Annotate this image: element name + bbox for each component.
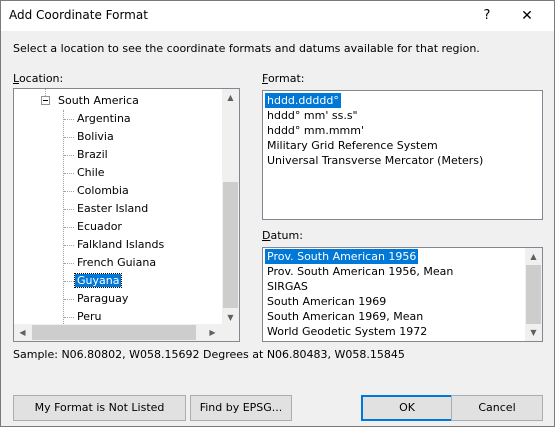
tree-connector xyxy=(63,110,64,336)
tree-connector xyxy=(64,191,74,192)
tree-node-label: Argentina xyxy=(77,112,131,125)
location-tree[interactable]: South America Argentina Bolivia Brazil Chil… xyxy=(13,88,240,342)
scroll-left-icon[interactable]: ◀ xyxy=(14,324,31,341)
scrollbar-thumb[interactable] xyxy=(223,182,238,308)
scroll-up-icon[interactable]: ▲ xyxy=(222,89,239,106)
tree-node[interactable]: Argentina xyxy=(75,110,133,128)
sample-text: Sample: N06.80802, W058.15692 Degrees at… xyxy=(13,348,405,361)
tree-node-label: Chile xyxy=(77,166,105,179)
tree-connector xyxy=(64,209,74,210)
location-horizontal-scrollbar[interactable]: ◀ ▶ xyxy=(14,324,222,341)
tree-connector xyxy=(64,155,74,156)
scroll-right-icon[interactable]: ▶ xyxy=(204,324,221,341)
close-icon[interactable]: ✕ xyxy=(507,1,547,31)
tree-node[interactable]: Falkland Islands xyxy=(75,236,166,254)
my-format-not-listed-button[interactable]: My Format is Not Listed xyxy=(13,395,186,421)
tree-node-label: Paraguay xyxy=(77,292,129,305)
tree-connector xyxy=(64,245,74,246)
datum-list-item[interactable]: South American 1969, Mean xyxy=(265,309,425,324)
format-list-item[interactable]: hddd.ddddd° xyxy=(265,93,341,108)
tree-node[interactable]: Brazil xyxy=(75,146,110,164)
tree-node[interactable]: Easter Island xyxy=(75,200,150,218)
tree-node[interactable]: Bolivia xyxy=(75,128,116,146)
tree-connector xyxy=(64,119,74,120)
tree-connector xyxy=(64,281,74,282)
datum-list-item[interactable]: Prov. South American 1956 xyxy=(265,249,419,264)
datum-vertical-scrollbar[interactable]: ▲ ▼ xyxy=(525,248,542,341)
tree-node-label: South America xyxy=(58,94,139,107)
collapse-icon[interactable] xyxy=(41,96,50,105)
tree-node-label: Bolivia xyxy=(77,130,114,143)
format-list-item[interactable]: Military Grid Reference System xyxy=(265,138,440,153)
scroll-down-icon[interactable]: ▼ xyxy=(525,324,542,341)
tree-node-label: Guyana xyxy=(73,273,123,288)
format-list[interactable]: hddd.ddddd° hddd° mm' ss.s" hddd° mm.mmm' M… xyxy=(262,90,543,220)
format-list-item[interactable]: hddd° mm' ss.s" xyxy=(265,108,360,123)
tree-node-label: Ecuador xyxy=(77,220,122,233)
add-coordinate-format-dialog: Add Coordinate Format ? ✕ Select a locat… xyxy=(0,0,555,427)
tree-node[interactable]: Colombia xyxy=(75,182,131,200)
tree-node-label: Colombia xyxy=(77,184,129,197)
tree-node[interactable]: Paraguay xyxy=(75,290,130,308)
tree-connector xyxy=(64,317,74,318)
scroll-up-icon[interactable]: ▲ xyxy=(525,248,542,265)
datum-list-item[interactable]: Prov. South American 1956, Mean xyxy=(265,264,455,279)
tree-node-label: Peru xyxy=(77,310,102,323)
datum-list-item[interactable]: SIRGAS xyxy=(265,279,310,294)
tree-node-label: Falkland Islands xyxy=(77,238,165,251)
location-label: Location: xyxy=(13,72,63,85)
tree-connector xyxy=(64,263,74,264)
tree-node[interactable]: Chile xyxy=(75,164,107,182)
scrollbar-thumb[interactable] xyxy=(32,325,196,340)
find-by-epsg-button[interactable]: Find by EPSG... xyxy=(190,395,292,421)
datum-list-item[interactable]: World Geodetic System 1972 xyxy=(265,324,429,339)
tree-node-south-america[interactable]: South America xyxy=(56,92,141,110)
datum-list[interactable]: Prov. South American 1956 Prov. South Ame… xyxy=(262,247,543,342)
scrollbar-thumb[interactable] xyxy=(526,265,541,324)
datum-label: Datum: xyxy=(262,229,303,242)
ok-button[interactable]: OK xyxy=(361,395,453,421)
tree-node[interactable]: French Guiana xyxy=(75,254,158,272)
title-bar: Add Coordinate Format ? ✕ xyxy=(1,1,554,31)
tree-node-label: French Guiana xyxy=(77,256,157,269)
help-icon[interactable]: ? xyxy=(467,1,507,31)
datum-label-rest: atum: xyxy=(270,229,303,242)
window-title: Add Coordinate Format xyxy=(9,8,148,22)
location-vertical-scrollbar[interactable]: ▲ ▼ xyxy=(222,89,239,326)
tree-node-label: Brazil xyxy=(77,148,108,161)
format-label-rest: ormat: xyxy=(267,72,305,85)
instructions-text: Select a location to see the coordinate … xyxy=(13,42,480,55)
format-list-item[interactable]: Universal Transverse Mercator (Meters) xyxy=(265,153,485,168)
tree-node[interactable]: Ecuador xyxy=(75,218,124,236)
tree-node-label: Easter Island xyxy=(77,202,149,215)
format-label: Format: xyxy=(262,72,304,85)
tree-connector xyxy=(64,299,74,300)
location-label-rest: ocation: xyxy=(18,72,64,85)
cancel-button[interactable]: Cancel xyxy=(451,395,543,421)
tree-connector xyxy=(64,173,74,174)
tree-connector xyxy=(64,227,74,228)
datum-list-item[interactable]: South American 1969 xyxy=(265,294,388,309)
format-list-item[interactable]: hddd° mm.mmm' xyxy=(265,123,366,138)
tree-node[interactable]: Guyana xyxy=(73,272,123,290)
tree-connector xyxy=(64,137,74,138)
scrollbar-corner xyxy=(222,324,239,341)
